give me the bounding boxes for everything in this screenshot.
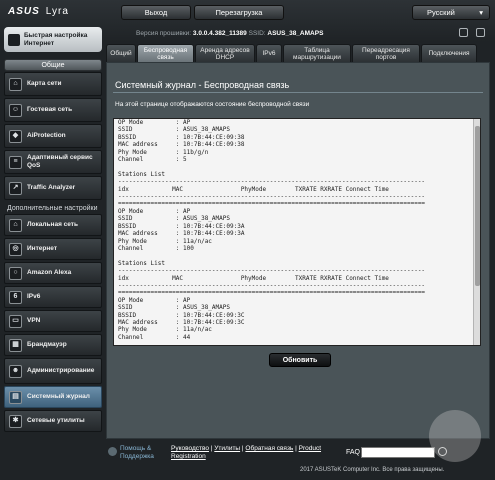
- sidebar-item-label: Системный журнал: [27, 393, 90, 400]
- shield-icon: ◆: [9, 129, 22, 143]
- quick-setup-icon: [8, 33, 20, 46]
- sidebar-item-label: Админи­стри­рование: [27, 367, 95, 374]
- main-panel: Системный журнал - Беспроводная связь На…: [106, 62, 490, 439]
- sidebar-item-aiprotection[interactable]: ◆ AiProtection: [4, 124, 102, 148]
- alexa-icon: ○: [9, 266, 22, 280]
- firmware-label: Версия прошивки:: [136, 30, 192, 37]
- quick-setup-button[interactable]: Быстрая настройка Интернет: [4, 27, 102, 52]
- log-content: OP Mode : AP SSID : ASUS_38_AMAPS BSSID …: [118, 119, 426, 341]
- globe-icon: ◎: [9, 242, 22, 256]
- tab-connections[interactable]: Подключения: [421, 44, 477, 62]
- ssid-value: ASUS_38_AMAPS: [267, 30, 324, 37]
- qos-icon: ≡: [9, 155, 22, 169]
- tab-label: Подключения: [428, 50, 470, 57]
- advanced-menu: ⌂ Локальная сеть ◎ Интернет ○ Amazon Alexa …: [4, 214, 102, 432]
- sidebar-item-label: Локальная сеть: [27, 221, 78, 228]
- guest-network-icon: ☺: [9, 103, 22, 117]
- tab-general[interactable]: Общий: [106, 44, 136, 62]
- ssid-label: SSID:: [248, 30, 266, 37]
- logout-button[interactable]: Выход: [121, 5, 191, 20]
- title-divider: [113, 92, 483, 93]
- sidebar-item-label: Сетевые утилиты: [27, 417, 85, 424]
- help-icon: [108, 447, 117, 456]
- sidebar-item-qos[interactable]: ≡ Адаптивный сервис QoS: [4, 150, 102, 174]
- sidebar-item-guest-network[interactable]: ☺ Гостевая сеть: [4, 98, 102, 122]
- firewall-icon: ▦: [9, 338, 22, 352]
- firmware-version[interactable]: 3.0.0.4.382_11389: [193, 30, 247, 37]
- model-name: Lyra: [45, 6, 69, 17]
- ipv6-icon: 6: [9, 290, 22, 304]
- sidebar-item-label: AiProtection: [27, 132, 66, 139]
- vpn-icon: ▭: [9, 314, 22, 328]
- manual-link[interactable]: Руководство: [171, 445, 209, 452]
- chevron-down-icon: ▾: [479, 8, 483, 17]
- page-description: На этой странице отображаются состояние …: [115, 101, 310, 108]
- analyzer-icon: ↗: [9, 181, 22, 195]
- sidebar-item-internet[interactable]: ◎ Интернет: [4, 238, 102, 260]
- refresh-button[interactable]: Обновить: [269, 353, 331, 367]
- log-tabs: Общий Беспроводная связь Аренда адресов …: [106, 44, 477, 62]
- log-scrollbar[interactable]: [473, 119, 480, 345]
- language-value: Русский: [427, 8, 455, 17]
- tab-ipv6[interactable]: IPv6: [256, 44, 282, 62]
- sidebar-item-label: Интернет: [27, 245, 58, 252]
- usb-icon[interactable]: [459, 28, 468, 37]
- faq-label: FAQ: [346, 449, 361, 456]
- status-icon[interactable]: [476, 28, 485, 37]
- sidebar-item-label: Карта сети: [27, 80, 62, 87]
- sidebar-item-system-log[interactable]: ▤ Системный журнал: [4, 386, 102, 408]
- general-menu: ⌂ Карта сети ☺ Гостевая сеть ◆ AiProtection…: [4, 72, 102, 200]
- firmware-info: Версия прошивки: 3.0.0.4.382_11389 SSID:…: [136, 30, 323, 37]
- sidebar-item-label: Адаптивный сервис QoS: [27, 154, 93, 169]
- general-section-title: Общие: [4, 59, 102, 71]
- sidebar-item-lan[interactable]: ⌂ Локальная сеть: [4, 214, 102, 236]
- tab-label: Беспроводная связь: [143, 46, 188, 61]
- faq-search-input[interactable]: [361, 447, 435, 458]
- tab-routing-table[interactable]: Таблица маршрутизации: [283, 44, 351, 62]
- tab-port-forwarding[interactable]: Переадресация портов: [352, 44, 420, 62]
- sidebar-item-ipv6[interactable]: 6 IPv6: [4, 286, 102, 308]
- sidebar-item-label: Гостевая сеть: [27, 106, 73, 113]
- sidebar-item-alexa[interactable]: ○ Amazon Alexa: [4, 262, 102, 284]
- tab-label: IPv6: [262, 50, 276, 57]
- copyright-text: 2017 ASUSTeK Computer Inc. Все права защ…: [300, 467, 445, 473]
- sidebar-item-network-map[interactable]: ⌂ Карта сети: [4, 72, 102, 96]
- sidebar-item-label: Traffic Analyzer: [27, 184, 76, 191]
- tab-dhcp-leases[interactable]: Аренда адресов DHCP: [195, 44, 255, 62]
- sidebar-item-traffic-analyzer[interactable]: ↗ Traffic Analyzer: [4, 176, 102, 200]
- sidebar-item-label: Amazon Alexa: [27, 269, 72, 276]
- utilities-link[interactable]: Утилиты: [214, 445, 240, 452]
- language-select[interactable]: Русский ▾: [412, 5, 490, 20]
- log-icon: ▤: [9, 390, 22, 404]
- sidebar-item-vpn[interactable]: ▭ VPN: [4, 310, 102, 332]
- sidebar-item-administration[interactable]: ☻ Админи­стри­рование: [4, 358, 102, 384]
- tab-label: Аренда адресов DHCP: [200, 46, 250, 61]
- feedback-link[interactable]: Обратная связь: [245, 445, 293, 452]
- wireless-log-textarea[interactable]: OP Mode : AP SSID : ASUS_38_AMAPS BSSID …: [113, 118, 481, 346]
- footer-links: Руководство | Утилиты | Обратная связь |…: [171, 445, 322, 460]
- network-map-icon: ⌂: [9, 77, 22, 91]
- tools-icon: ✱: [9, 414, 22, 428]
- brand-name: ASUS: [8, 6, 40, 17]
- quick-setup-label: Быстрая настройка Интернет: [24, 31, 88, 47]
- sidebar-item-firewall[interactable]: ▦ Брандмауэр: [4, 334, 102, 356]
- sidebar-item-label: IPv6: [27, 293, 41, 300]
- header-icons: [459, 28, 485, 37]
- log-scrollbar-thumb[interactable]: [475, 126, 480, 286]
- tab-label: Переадресация портов: [362, 46, 410, 61]
- help-support-link[interactable]: Помощь & Поддержка: [120, 445, 164, 461]
- sidebar-item-network-tools[interactable]: ✱ Сетевые утилиты: [4, 410, 102, 432]
- sidebar-item-label: VPN: [27, 317, 41, 324]
- tab-wireless[interactable]: Беспроводная связь: [137, 44, 194, 62]
- brand-logo: ASUS Lyra: [8, 6, 69, 17]
- tab-label: Общий: [110, 50, 132, 57]
- page-title: Системный журнал - Беспроводная связь: [115, 80, 290, 90]
- admin-icon: ☻: [9, 364, 22, 378]
- tab-label: Таблица маршрутизации: [293, 46, 341, 61]
- lan-icon: ⌂: [9, 218, 22, 232]
- reboot-button[interactable]: Перезагрузка: [194, 5, 284, 20]
- watermark-logo: [429, 410, 481, 462]
- sidebar-item-label: Брандмауэр: [27, 341, 67, 348]
